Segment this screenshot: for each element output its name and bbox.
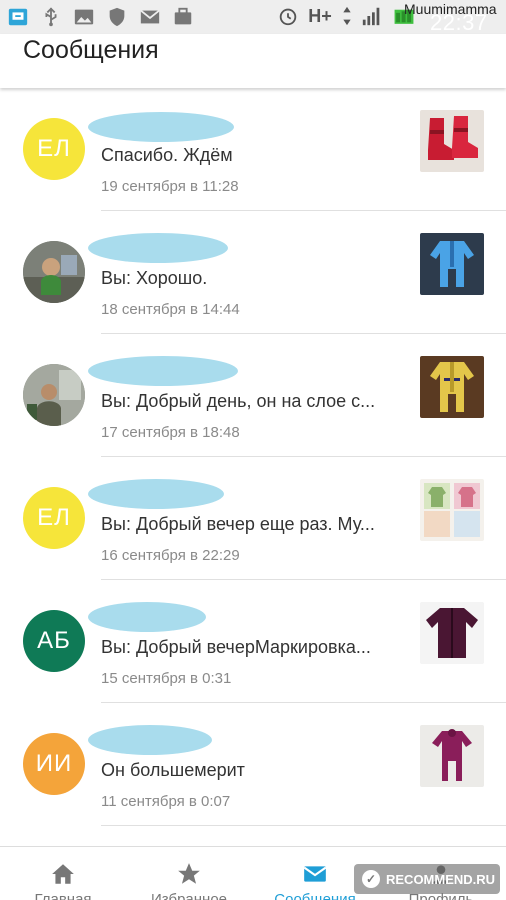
name-redacted <box>88 602 206 632</box>
app-screen: H+ Muumimamma 22:37 Сообщения ЕЛ Спасибо… <box>0 0 506 900</box>
product-thumbnail[interactable] <box>420 602 484 664</box>
avatar[interactable] <box>23 241 85 303</box>
status-clock: 22:37 <box>430 10 488 35</box>
mail-icon <box>302 861 328 887</box>
name-redacted <box>88 725 212 755</box>
usb-icon <box>39 5 63 29</box>
message-preview: Вы: Добрый вечерМаркировка... <box>101 637 371 657</box>
status-bar: H+ Muumimamma 22:37 <box>0 0 506 35</box>
message-date: 11 сентября в 0:07 <box>101 793 231 810</box>
product-thumbnail[interactable] <box>420 479 484 541</box>
briefcase-icon <box>171 5 195 29</box>
avatar-photo-icon <box>23 364 85 426</box>
page-title: Сообщения <box>23 36 159 64</box>
name-redacted <box>88 479 224 509</box>
shield-icon <box>105 5 129 29</box>
avatar-initials: ЕЛ <box>37 135 71 162</box>
message-date: 16 сентября в 22:29 <box>101 547 240 564</box>
image-icon <box>72 5 96 29</box>
conversation-row[interactable]: АБ Вы: Добрый вечерМаркировка... 15 сент… <box>0 580 506 703</box>
message-preview: Вы: Добрый день, он на слое с... <box>101 391 376 411</box>
conversation-row[interactable]: Вы: Хорошо. 18 сентября в 14:44 <box>0 211 506 334</box>
message-preview: Вы: Добрый вечер еще раз. Му... <box>101 514 375 534</box>
signal-icon <box>360 3 384 29</box>
nav-label: Избранное <box>150 891 228 900</box>
product-thumbnail[interactable] <box>420 725 484 787</box>
message-preview: Вы: Хорошо. <box>101 268 208 288</box>
avatar[interactable]: ЕЛ <box>23 118 85 180</box>
screen-share-icon <box>6 5 30 29</box>
message-date: 18 сентября в 14:44 <box>101 301 240 318</box>
name-redacted <box>88 356 238 386</box>
avatar-initials: ЕЛ <box>37 504 71 531</box>
alarm-icon <box>276 3 300 29</box>
avatar-initials: ИИ <box>35 750 73 777</box>
nav-home[interactable]: Главная <box>0 847 126 900</box>
conversation-row[interactable]: ИИ Он большемерит 11 сентября в 0:07 <box>0 703 506 826</box>
nav-label: Главная <box>34 891 92 900</box>
nav-favorites[interactable]: Избранное <box>126 847 252 900</box>
message-date: 15 сентября в 0:31 <box>101 670 232 687</box>
message-date: 17 сентября в 18:48 <box>101 424 240 441</box>
system-icons: H+ <box>276 3 418 29</box>
avatar[interactable]: АБ <box>23 610 85 672</box>
avatar-photo-icon <box>23 241 85 303</box>
conversation-row[interactable]: ЕЛ Спасибо. Ждём 19 сентября в 11:28 <box>0 88 506 211</box>
avatar[interactable] <box>23 364 85 426</box>
data-arrows-icon <box>340 3 354 29</box>
mail-icon <box>138 5 162 29</box>
name-redacted <box>88 112 234 142</box>
avatar-initials: АБ <box>37 627 71 654</box>
network-hplus-icon: H+ <box>306 3 334 29</box>
message-date: 19 сентября в 11:28 <box>101 178 239 195</box>
product-thumbnail[interactable] <box>420 233 484 295</box>
product-thumbnail[interactable] <box>420 356 484 418</box>
conversation-list: ЕЛ Спасибо. Ждём 19 сентября в 11:28 Вы:… <box>0 88 506 826</box>
product-thumbnail[interactable] <box>420 110 484 172</box>
watermark-text: RECOMMEND.RU <box>386 871 496 887</box>
message-preview: Он большемерит <box>101 760 245 780</box>
watermark: ✓ RECOMMEND.RU <box>354 864 500 894</box>
notification-icons <box>6 5 195 29</box>
network-label: H+ <box>308 5 332 26</box>
watermark-badge-icon: ✓ <box>362 870 380 888</box>
conversation-row[interactable]: Вы: Добрый день, он на слое с... 17 сент… <box>0 334 506 457</box>
app-header: Сообщения <box>0 34 506 88</box>
avatar[interactable]: ИИ <box>23 733 85 795</box>
conversation-row[interactable]: ЕЛ Вы: Добрый вечер еще раз. Му... 16 се… <box>0 457 506 580</box>
star-icon <box>176 861 202 887</box>
name-redacted <box>88 233 228 263</box>
avatar[interactable]: ЕЛ <box>23 487 85 549</box>
row-divider <box>101 825 506 826</box>
message-preview: Спасибо. Ждём <box>101 145 233 165</box>
home-icon <box>50 861 76 887</box>
